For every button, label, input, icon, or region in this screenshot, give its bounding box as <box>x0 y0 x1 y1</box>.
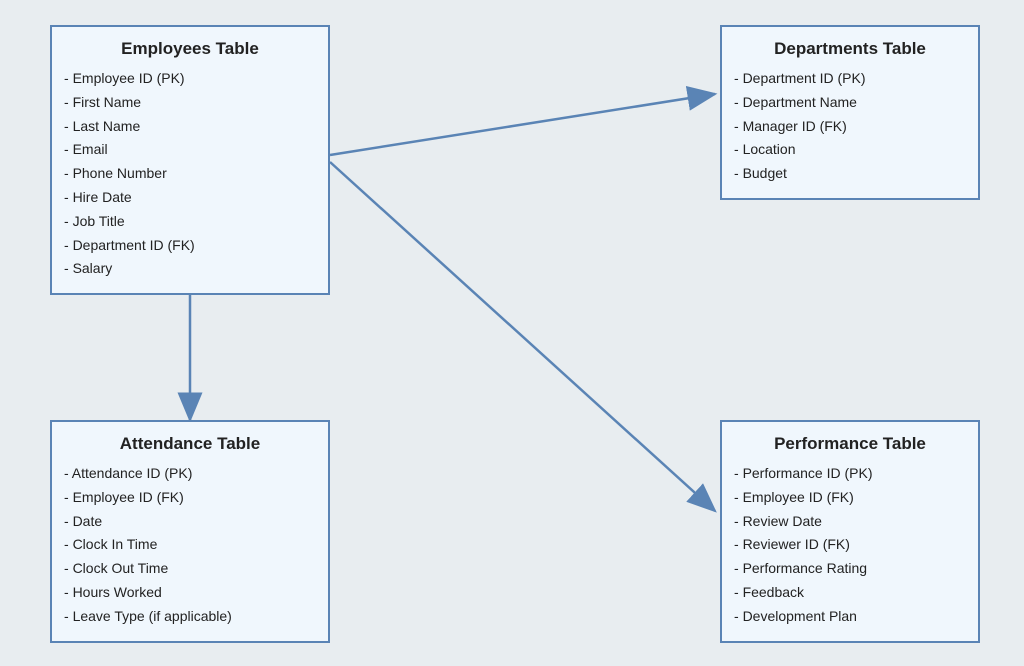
employees-table-fields: Employee ID (PK) First Name Last Name Em… <box>64 67 316 281</box>
performance-field: Employee ID (FK) <box>734 486 966 510</box>
departments-field: Manager ID (FK) <box>734 115 966 139</box>
diagram-canvas: Employees Table Employee ID (PK) First N… <box>0 0 1024 666</box>
attendance-field: Leave Type (if applicable) <box>64 605 316 629</box>
departments-field: Department Name <box>734 91 966 115</box>
employees-field: Email <box>64 138 316 162</box>
departments-field: Location <box>734 138 966 162</box>
attendance-table-fields: Attendance ID (PK) Employee ID (FK) Date… <box>64 462 316 629</box>
attendance-field: Clock Out Time <box>64 557 316 581</box>
employees-field: Phone Number <box>64 162 316 186</box>
employees-table-box: Employees Table Employee ID (PK) First N… <box>50 25 330 295</box>
employees-field: Hire Date <box>64 186 316 210</box>
performance-table-fields: Performance ID (PK) Employee ID (FK) Rev… <box>734 462 966 629</box>
performance-field: Performance Rating <box>734 557 966 581</box>
attendance-field: Employee ID (FK) <box>64 486 316 510</box>
employees-field: Department ID (FK) <box>64 234 316 258</box>
employees-field: Job Title <box>64 210 316 234</box>
performance-table-box: Performance Table Performance ID (PK) Em… <box>720 420 980 643</box>
attendance-field: Hours Worked <box>64 581 316 605</box>
employees-table-title: Employees Table <box>64 39 316 59</box>
employees-field: First Name <box>64 91 316 115</box>
employees-field: Salary <box>64 257 316 281</box>
connector-employees-performance <box>330 162 715 511</box>
departments-field: Department ID (PK) <box>734 67 966 91</box>
employees-field: Employee ID (PK) <box>64 67 316 91</box>
attendance-field: Date <box>64 510 316 534</box>
departments-table-fields: Department ID (PK) Department Name Manag… <box>734 67 966 186</box>
attendance-table-title: Attendance Table <box>64 434 316 454</box>
performance-field: Development Plan <box>734 605 966 629</box>
attendance-table-box: Attendance Table Attendance ID (PK) Empl… <box>50 420 330 643</box>
performance-field: Reviewer ID (FK) <box>734 533 966 557</box>
attendance-field: Clock In Time <box>64 533 316 557</box>
connector-employees-departments <box>330 94 715 155</box>
departments-table-box: Departments Table Department ID (PK) Dep… <box>720 25 980 200</box>
performance-field: Feedback <box>734 581 966 605</box>
departments-field: Budget <box>734 162 966 186</box>
performance-table-title: Performance Table <box>734 434 966 454</box>
performance-field: Review Date <box>734 510 966 534</box>
employees-field: Last Name <box>64 115 316 139</box>
attendance-field: Attendance ID (PK) <box>64 462 316 486</box>
performance-field: Performance ID (PK) <box>734 462 966 486</box>
departments-table-title: Departments Table <box>734 39 966 59</box>
